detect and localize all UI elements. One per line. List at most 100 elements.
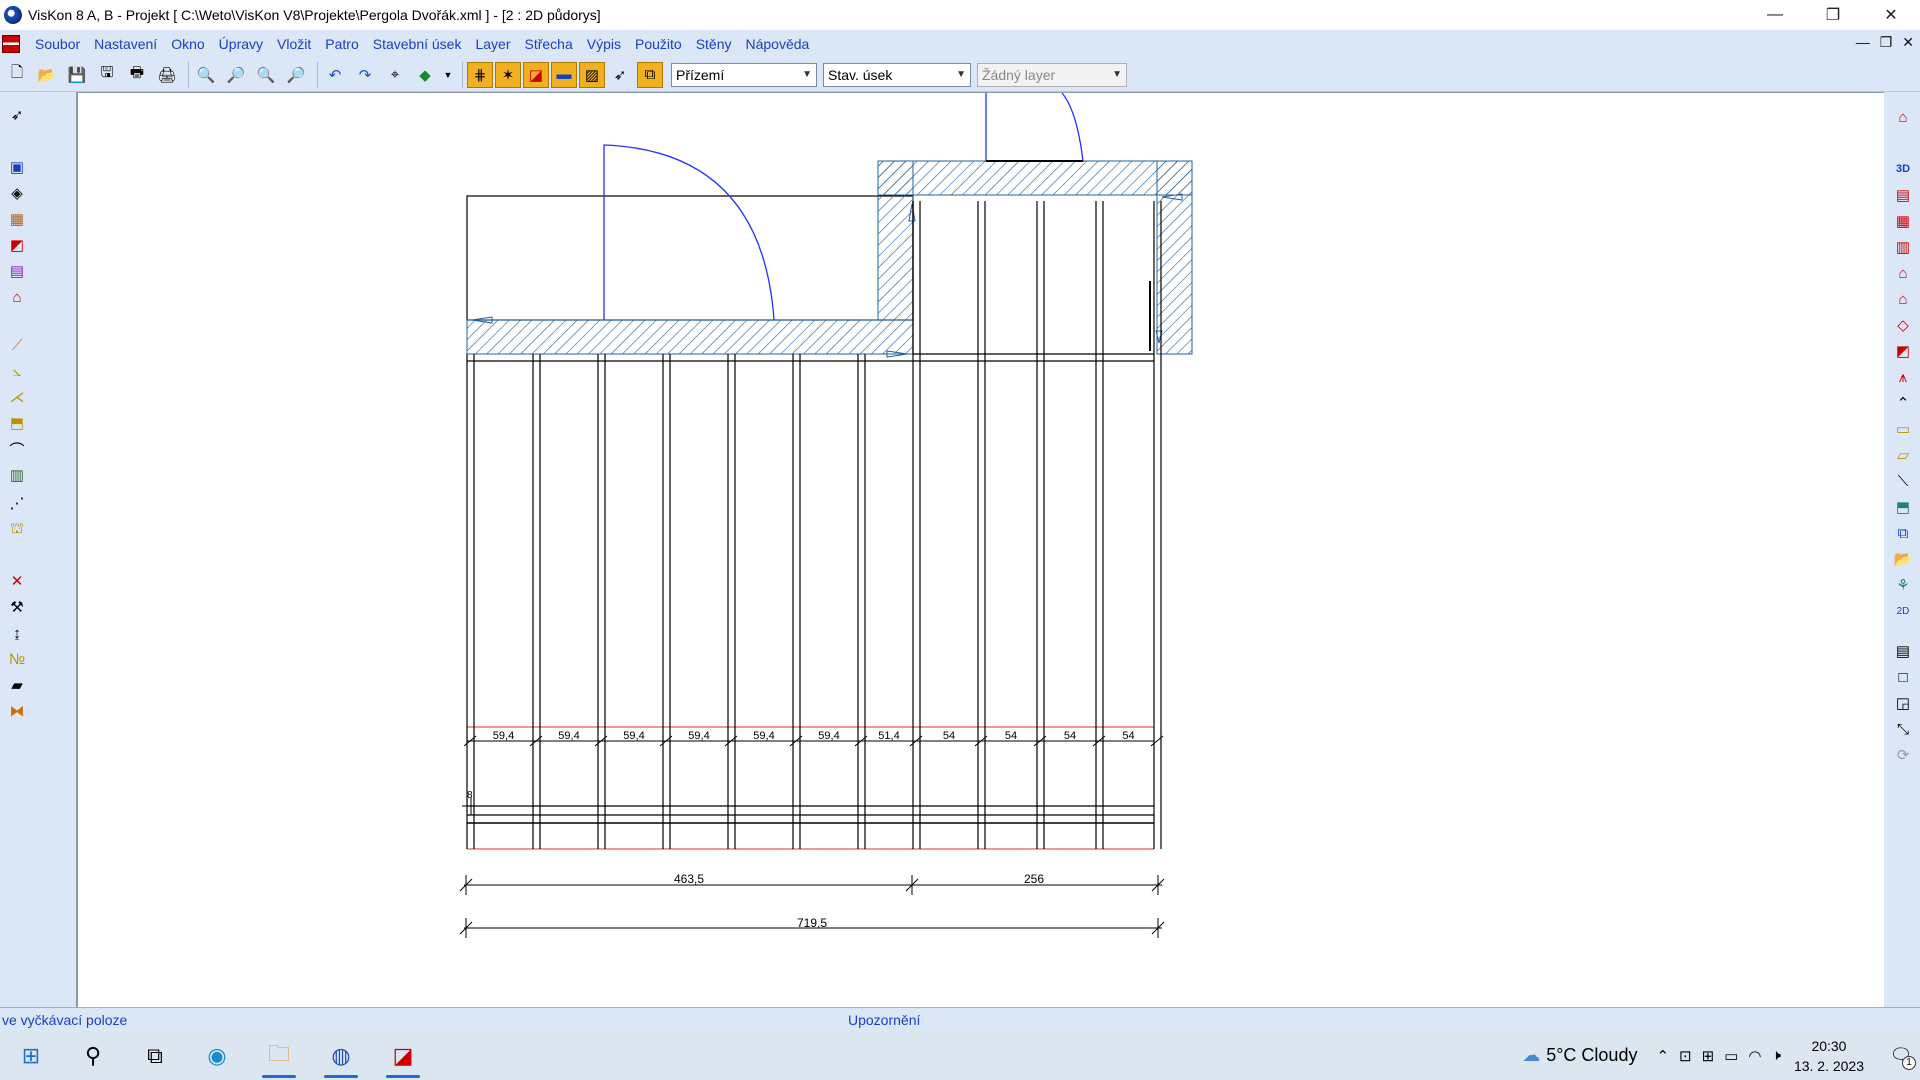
slats-icon[interactable]: ▥: [6, 464, 28, 486]
menu-vlozit[interactable]: Vložit: [270, 36, 318, 52]
file-explorer-icon[interactable]: 🗀: [248, 1031, 310, 1080]
panel-icon[interactable]: ▦: [6, 208, 28, 230]
tools-icon[interactable]: ⚒: [6, 596, 28, 618]
restore-button[interactable]: ❐: [1804, 0, 1862, 30]
house-icon[interactable]: ⌂: [6, 286, 28, 308]
menu-strecha[interactable]: Střecha: [518, 36, 580, 52]
line-tool-icon[interactable]: ⟍: [1892, 470, 1914, 492]
viskon-taskbar-icon[interactable]: ◍: [310, 1031, 372, 1080]
weather-widget[interactable]: ☁ 5°C Cloudy: [1522, 1045, 1637, 1066]
arc-icon[interactable]: ⌒: [6, 438, 28, 460]
save-icon[interactable]: 💾: [64, 62, 90, 88]
floor-select[interactable]: Přízemí ▼: [671, 62, 817, 87]
wall-panel-icon[interactable]: ◩: [1892, 340, 1914, 362]
camera-icon[interactable]: ⊡: [1679, 1047, 1692, 1065]
menu-layer[interactable]: Layer: [468, 36, 517, 52]
mdi-close-button[interactable]: ✕: [1902, 34, 1914, 51]
undo-icon[interactable]: ↶: [322, 62, 348, 88]
view-3d-icon[interactable]: 3D: [1892, 158, 1914, 180]
zoom-window-icon[interactable]: 🔎: [283, 62, 309, 88]
grid-tool-icon[interactable]: ⋕: [467, 61, 493, 88]
battery-icon[interactable]: ▭: [1724, 1047, 1738, 1065]
menu-napoveda[interactable]: Nápověda: [739, 36, 817, 52]
roof-outline-icon[interactable]: ⌂: [1892, 288, 1914, 310]
chevron-up-icon[interactable]: ⌃: [1656, 1047, 1669, 1065]
menu-pouzito[interactable]: Použito: [628, 36, 689, 52]
beam-icon[interactable]: ⟋: [6, 334, 28, 356]
layer-select[interactable]: Žádný layer ▼: [977, 62, 1127, 87]
minimize-button[interactable]: —: [1746, 0, 1804, 30]
mirror-icon[interactable]: ⧓: [6, 700, 28, 722]
dashed-line-icon[interactable]: ⋰: [6, 492, 28, 514]
edge-icon[interactable]: ◉: [186, 1031, 248, 1080]
layer-tool-icon[interactable]: ▬: [551, 61, 577, 88]
menu-steny[interactable]: Stěny: [689, 36, 739, 52]
menu-patro[interactable]: Patro: [318, 36, 365, 52]
wall-corner-icon[interactable]: ◩: [6, 234, 28, 256]
delete-cross-icon[interactable]: ✕: [6, 570, 28, 592]
angle-beam-icon[interactable]: ⋌: [6, 386, 28, 408]
mdi-minimize-button[interactable]: —: [1856, 34, 1870, 51]
window-object-icon[interactable]: ▣: [6, 156, 28, 178]
zoom-fit-icon[interactable]: 🔍: [253, 62, 279, 88]
open-folder-icon[interactable]: 📂: [34, 62, 60, 88]
save-all-icon[interactable]: 🖫: [94, 62, 120, 88]
select-pointer-icon[interactable]: ➶: [607, 62, 633, 88]
menu-okno[interactable]: Okno: [164, 36, 211, 52]
menu-upravy[interactable]: Úpravy: [212, 36, 270, 52]
print-pdf-icon[interactable]: 🖨: [154, 62, 180, 88]
pointer-icon[interactable]: ➶: [6, 104, 28, 126]
search-icon[interactable]: ⚲: [62, 1031, 124, 1080]
layer-stack-icon[interactable]: ⧉: [637, 61, 663, 88]
square-icon[interactable]: □: [1892, 666, 1914, 688]
copy-icon[interactable]: ⧉: [1892, 522, 1914, 544]
roof-icon[interactable]: ⌂: [1892, 262, 1914, 284]
notification-icon[interactable]: 🗨 1: [1882, 1045, 1920, 1070]
snap-tool-icon[interactable]: ✶: [495, 61, 521, 88]
view-3d-icon[interactable]: ◆: [412, 62, 438, 88]
layers-icon[interactable]: ◈: [6, 182, 28, 204]
refresh-icon[interactable]: ⟳: [1892, 744, 1914, 766]
frame-icon[interactable]: ▥: [1892, 236, 1914, 258]
dropdown-arrow-icon[interactable]: ▼: [442, 62, 454, 88]
hatch-tool-icon[interactable]: ▨: [579, 61, 605, 88]
app-tray-icon[interactable]: ⊞: [1702, 1047, 1715, 1065]
clock[interactable]: 20:30 13. 2. 2023: [1794, 1036, 1864, 1076]
task-view-icon[interactable]: ⧉: [124, 1031, 186, 1080]
section-select[interactable]: Stav. úsek ▼: [823, 62, 971, 87]
square-corner-icon[interactable]: ◲: [1892, 692, 1914, 714]
new-file-icon[interactable]: 🗋: [4, 62, 30, 88]
drawing-canvas[interactable]: 59,4 59,4 59,4 59,4 59,4 59,4 51,4 54 54 54 54 8 4…: [76, 92, 1884, 1007]
gable-icon[interactable]: ⌃: [1892, 392, 1914, 414]
house-view-icon[interactable]: ⌂: [1892, 106, 1914, 128]
mdi-restore-button[interactable]: ❐: [1880, 34, 1893, 51]
tree-icon[interactable]: ⚘: [1892, 574, 1914, 596]
dimension-tool-icon[interactable]: ↨: [6, 622, 28, 644]
zoom-out-icon[interactable]: 🔎: [223, 62, 249, 88]
volume-icon[interactable]: 🕨: [1771, 1047, 1780, 1064]
print-icon[interactable]: 🖶: [124, 62, 150, 88]
grid-list-icon[interactable]: ▤: [1892, 640, 1914, 662]
block-icon[interactable]: ⬒: [6, 412, 28, 434]
close-button[interactable]: ✕: [1862, 0, 1920, 30]
zoom-in-icon[interactable]: 🔍: [193, 62, 219, 88]
menu-soubor[interactable]: Soubor: [28, 36, 87, 52]
app-taskbar-icon[interactable]: ◪: [372, 1031, 434, 1080]
redo-icon[interactable]: ↷: [352, 62, 378, 88]
app-menu-icon[interactable]: [2, 35, 20, 53]
box-icon[interactable]: ⬒: [1892, 496, 1914, 518]
menu-nastaveni[interactable]: Nastavení: [87, 36, 164, 52]
folder-icon[interactable]: 📂: [1892, 548, 1914, 570]
eraser-icon[interactable]: ◇: [1892, 314, 1914, 336]
profile-icon[interactable]: ▰: [6, 674, 28, 696]
package-icon[interactable]: ⛫: [6, 518, 28, 540]
structure-icon[interactable]: ▦: [1892, 210, 1914, 232]
room-icon[interactable]: ▤: [6, 260, 28, 282]
rafter-icon[interactable]: ⦣: [6, 360, 28, 382]
plate-icon[interactable]: ▭: [1892, 418, 1914, 440]
start-button[interactable]: ⊞: [0, 1031, 62, 1080]
floor-layers-icon[interactable]: ▤: [1892, 184, 1914, 206]
numbering-icon[interactable]: №: [6, 648, 28, 670]
menu-vypis[interactable]: Výpis: [580, 36, 628, 52]
skew-icon[interactable]: ▱: [1892, 444, 1914, 466]
